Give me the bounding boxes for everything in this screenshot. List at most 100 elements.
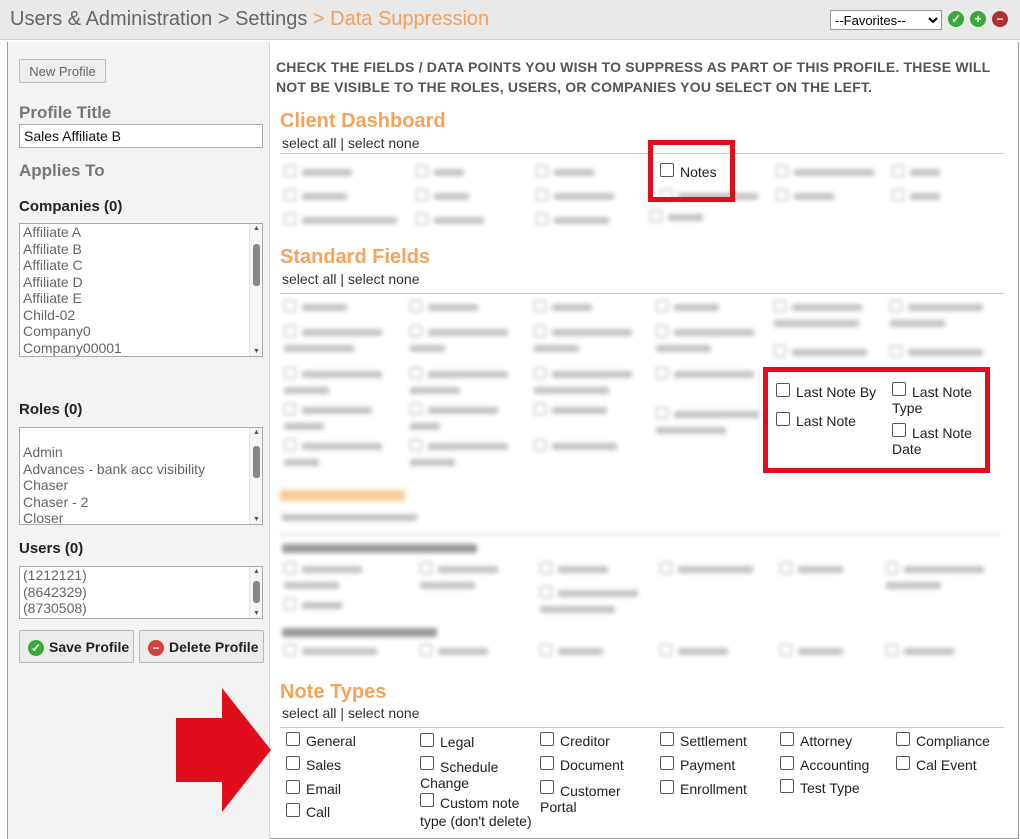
list-item[interactable]: Child-02 [20,307,262,324]
checkbox[interactable] [780,756,794,770]
checkbox[interactable] [660,756,674,770]
highlight-box-notes [648,140,735,202]
checkbox[interactable] [286,732,300,746]
checkbox[interactable] [540,732,554,746]
check-circle-icon: ✓ [28,640,44,656]
checkbox[interactable] [896,732,910,746]
list-item[interactable]: Advances - bank acc visibility [20,461,262,478]
note-type-label: Attorney [800,733,853,749]
breadcrumb-users-admin[interactable]: Users & Administration [10,8,212,30]
select-none-link[interactable]: select none [348,271,420,287]
checkbox[interactable] [286,756,300,770]
note-type-label: Compliance [916,733,990,749]
checkbox[interactable] [420,756,434,770]
note-type-checkbox[interactable]: Custom note type (don't delete) [420,793,535,830]
companies-listbox[interactable]: Affiliate A Affiliate B Affiliate C Affi… [19,223,263,357]
select-none-link[interactable]: select none [348,135,420,151]
breadcrumb-separator: > [307,8,331,30]
scroll-up-icon[interactable]: ▲ [253,568,260,575]
delete-profile-label: Delete Profile [169,639,259,655]
breadcrumb-settings[interactable]: Settings [235,8,307,30]
check-circle-icon[interactable]: ✓ [948,11,964,27]
select-all-link[interactable]: select all [282,135,336,151]
companies-label: Companies (0) [19,198,123,215]
list-item[interactable]: (8730508) [20,600,262,617]
note-type-label: Test Type [800,780,860,796]
scroll-thumb[interactable] [253,446,260,478]
applies-to-label: Applies To [19,161,105,180]
checkbox[interactable] [540,756,554,770]
list-item[interactable]: Affiliate E [20,290,262,307]
instructions-text: CHECK THE FIELDS / DATA POINTS YOU WISH … [276,59,991,95]
select-all-link[interactable]: select all [282,271,336,287]
scroll-down-icon[interactable]: ▼ [253,610,260,617]
note-type-label: Email [306,781,342,797]
highlight-box-last-note [763,367,990,473]
standard-fields-select-links: select all | select none [282,271,420,287]
scroll-up-icon[interactable]: ▲ [253,225,260,232]
users-label: Users (0) [19,540,84,557]
scroll-up-icon[interactable]: ▲ [253,429,260,436]
new-profile-button[interactable]: New Profile [19,59,106,83]
checkbox[interactable] [896,756,910,770]
scroll-thumb[interactable] [253,581,260,603]
checkbox[interactable] [420,793,434,807]
scroll-down-icon[interactable]: ▼ [253,348,260,355]
link-separator: | [336,705,348,721]
checkbox[interactable] [780,732,794,746]
checkbox[interactable] [660,780,674,794]
roles-label: Roles (0) [19,401,83,418]
right-arrow-icon [176,688,271,812]
list-item[interactable]: (8642329) [20,584,262,601]
checkbox[interactable] [420,733,434,747]
scrollbar[interactable]: ▲ ▼ [249,224,262,356]
profile-title-input[interactable] [19,124,263,148]
scrollbar[interactable]: ▲ ▼ [249,567,262,618]
note-types-select-links: select all | select none [282,705,420,721]
checkbox[interactable] [286,780,300,794]
checkbox[interactable] [286,803,300,817]
list-item[interactable]: Chaser [20,477,262,494]
note-type-label: Custom note type (don't delete) [420,795,532,829]
breadcrumb: Users & Administration > Settings > Data… [10,8,489,31]
select-all-link[interactable]: select all [282,705,336,721]
checkbox[interactable] [660,732,674,746]
list-item[interactable]: Company00001 [20,340,262,357]
list-item[interactable]: Closer [20,510,262,524]
users-listbox[interactable]: (1212121) (8642329) (8730508) ▲ ▼ [19,566,263,619]
checkbox[interactable] [540,780,554,794]
list-item[interactable]: (1212121) [20,567,262,584]
minus-circle-icon[interactable]: − [992,11,1008,27]
note-type-label: Creditor [560,733,610,749]
blurred-fields-client-dashboard [284,160,984,232]
favorites-select[interactable]: --Favorites-- [830,10,942,30]
list-item[interactable]: Admin [20,444,262,461]
note-type-checkbox[interactable]: Schedule Change [420,756,530,791]
divider [280,727,1004,728]
note-type-label: Settlement [680,733,747,749]
scrollbar[interactable]: ▲ ▼ [249,428,262,524]
select-none-link[interactable]: select none [348,705,420,721]
scroll-down-icon[interactable]: ▼ [253,516,260,523]
link-separator: | [336,135,348,151]
scroll-thumb[interactable] [253,244,260,286]
delete-profile-button[interactable]: − Delete Profile [139,630,264,663]
breadcrumb-separator: > [212,8,236,30]
list-item[interactable]: Chaser - 2 [20,494,262,511]
note-type-label: Payment [680,757,736,773]
list-item[interactable]: Company0 [20,323,262,340]
note-type-label: General [306,733,356,749]
note-type-label: Enrollment [680,781,747,797]
breadcrumb-current: Data Suppression [330,8,490,30]
save-profile-button[interactable]: ✓ Save Profile [19,630,134,663]
note-type-checkbox[interactable]: Customer Portal [540,780,630,815]
list-item[interactable]: Affiliate D [20,274,262,291]
plus-circle-icon[interactable]: + [970,11,986,27]
roles-listbox[interactable]: Admin Advances - bank acc visibility Cha… [19,427,263,525]
list-item[interactable]: Affiliate C [20,257,262,274]
link-separator: | [336,271,348,287]
list-item[interactable]: Affiliate B [20,241,262,258]
list-item[interactable]: Affiliate A [20,224,262,241]
checkbox[interactable] [780,779,794,793]
client-dashboard-select-links: select all | select none [282,135,420,151]
